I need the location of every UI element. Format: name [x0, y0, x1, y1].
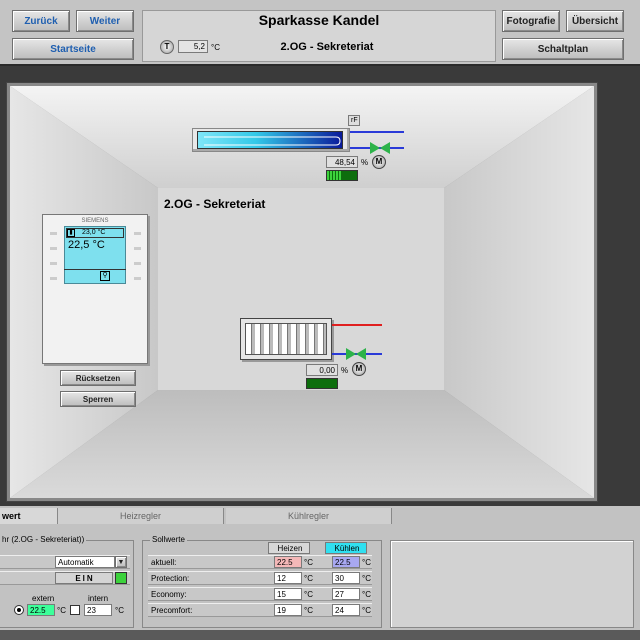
extern-value: 22.5: [27, 604, 55, 616]
heater-pipes: [332, 324, 382, 360]
thermometer-icon: ▮: [67, 229, 75, 237]
tab-heating[interactable]: Heizregler: [58, 508, 224, 524]
cool-economy-input[interactable]: 27: [332, 588, 360, 600]
setpoint-label: Economy:: [151, 590, 187, 599]
thermometer-icon: T: [160, 40, 174, 54]
cool-precomfort-input[interactable]: 24: [332, 604, 360, 616]
page-subtitle: 2.OG - Sekreteriat: [280, 41, 374, 53]
tab-value[interactable]: wert: [0, 508, 58, 524]
cooling-coil: [197, 131, 343, 149]
room-title: 2.OG - Sekreteriat: [164, 197, 266, 211]
unit-label: °C: [362, 606, 371, 615]
unit-label: °C: [304, 606, 313, 615]
heater-valve-bar: [306, 378, 338, 389]
intern-unit: °C: [115, 606, 124, 615]
presence-icon: ⚲: [100, 271, 110, 281]
heat-protection-input[interactable]: 12: [274, 572, 302, 584]
thermostat-right-buttons: [134, 232, 141, 282]
thermostat-actual: 22,5 °C: [68, 239, 105, 251]
thermostat-setpoint: 23,0 °C: [82, 229, 106, 236]
cooler-valve-unit: %: [361, 158, 369, 167]
back-button[interactable]: Zurück: [12, 10, 70, 32]
page-title: Sparkasse Kandel: [258, 12, 380, 28]
cooler-pipes: [350, 131, 404, 154]
bottom-edge: [0, 630, 640, 640]
heat-economy-input[interactable]: 15: [274, 588, 302, 600]
photo-button[interactable]: Fotografie: [502, 10, 560, 32]
extern-radio-dot: [17, 608, 21, 612]
thermostat-divider: [64, 269, 126, 270]
heat-current: 22.5: [274, 556, 302, 568]
outdoor-temp-unit: °C: [211, 43, 220, 52]
radiator-fins: [245, 323, 327, 355]
lock-button[interactable]: Sperren: [60, 391, 136, 407]
mode-select[interactable]: Automatik: [55, 556, 115, 568]
unit-label: °C: [362, 558, 371, 567]
outdoor-temp-field: 5,2: [178, 40, 208, 53]
heater-valve-unit: %: [341, 366, 349, 375]
extern-label: extern: [32, 594, 55, 603]
overview-button[interactable]: Übersicht: [566, 10, 624, 32]
setpoint-label: aktuell:: [151, 558, 177, 567]
intern-checkbox[interactable]: [70, 605, 80, 615]
heat-precomfort-input[interactable]: 19: [274, 604, 302, 616]
unit-label: °C: [304, 574, 313, 583]
thermostat-left-buttons: [50, 232, 57, 282]
unit-label: °C: [362, 590, 371, 599]
info-panel: [390, 540, 634, 628]
extern-unit: °C: [57, 606, 66, 615]
state-field: EIN: [55, 572, 113, 584]
cool-protection-input[interactable]: 30: [332, 572, 360, 584]
cooler-valve-bar: [326, 170, 358, 181]
tab-cooling[interactable]: Kühlregler: [226, 508, 392, 524]
setpoints-title: Sollwerte: [150, 535, 187, 544]
reset-button[interactable]: Rücksetzen: [60, 370, 136, 386]
coil-icon: [204, 136, 341, 146]
extern-radio[interactable]: [14, 605, 24, 615]
chevron-down-icon[interactable]: ▼: [115, 556, 127, 568]
home-button[interactable]: Startseite: [12, 38, 134, 60]
heater-valve-value: 0,00: [306, 364, 338, 376]
plan-button[interactable]: Schaltplan: [502, 38, 624, 60]
state-indicator: [115, 572, 127, 584]
setpoint-label: Protection:: [151, 574, 190, 583]
cooler-valve-value: 48,54: [326, 156, 358, 168]
radiator: [240, 318, 332, 360]
motor-icon: M: [372, 155, 386, 169]
cool-current: 22.5: [332, 556, 360, 568]
motor-icon: M: [352, 362, 366, 376]
thermostat-brand: SIEMENS: [81, 218, 109, 224]
unit-label: °C: [304, 558, 313, 567]
forward-button[interactable]: Weiter: [76, 10, 134, 32]
unit-label: °C: [362, 574, 371, 583]
left-group-title: hr (2.OG - Sekreteriat)): [0, 535, 87, 544]
unit-label: °C: [304, 590, 313, 599]
intern-value: 23: [84, 604, 112, 616]
cooler-valve-bar-fill: [327, 171, 342, 180]
cooler-flag: rF: [348, 115, 360, 126]
setpoint-label: Precomfort:: [151, 606, 193, 615]
intern-label: intern: [88, 594, 109, 603]
heat-header: Heizen: [268, 542, 310, 554]
cool-header: Kühlen: [325, 542, 367, 554]
